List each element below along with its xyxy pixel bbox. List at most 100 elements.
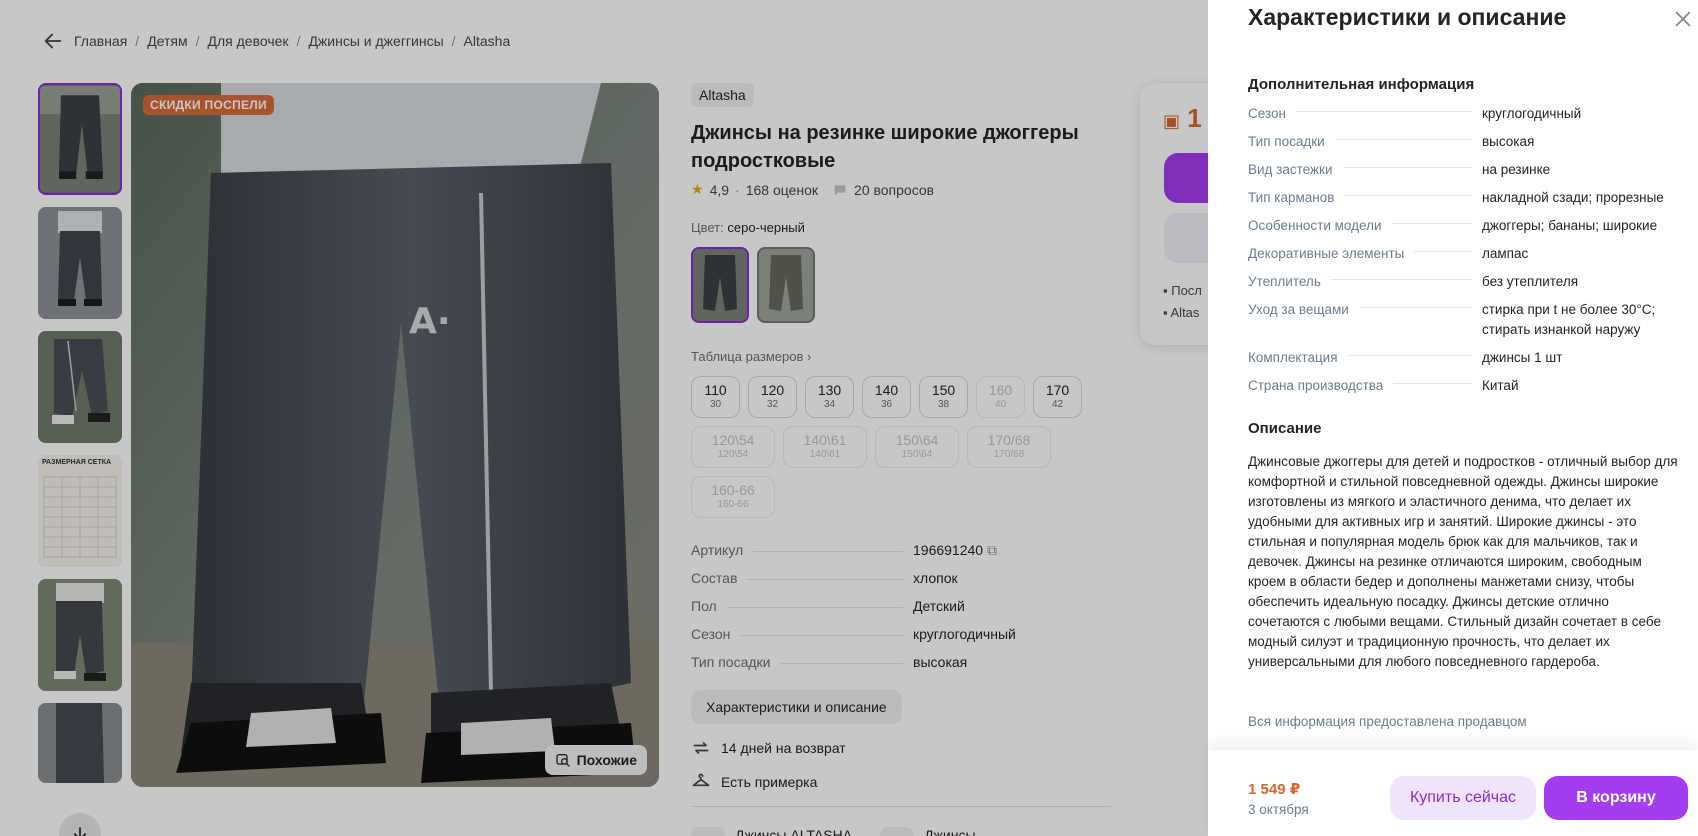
size-sub: 40 bbox=[994, 399, 1007, 410]
thumbnail[interactable] bbox=[38, 83, 122, 195]
tag-icon bbox=[691, 827, 725, 836]
attribute-value: лампас bbox=[1482, 246, 1529, 261]
questions-count[interactable]: 20 вопросов bbox=[854, 182, 934, 198]
size-main: 170 bbox=[1045, 382, 1070, 398]
close-icon[interactable] bbox=[1672, 8, 1694, 30]
copy-icon[interactable]: ⧉ bbox=[987, 542, 997, 558]
dotted-leader bbox=[1330, 279, 1472, 280]
spec-value-text: высокая bbox=[913, 654, 968, 670]
attribute-value: накладной сзади; прорезные bbox=[1482, 190, 1664, 205]
size-sub: 38 bbox=[937, 399, 950, 410]
size-main: 160 bbox=[988, 382, 1013, 398]
thumbnail-list: РАЗМЕРНАЯ СЕТКА bbox=[38, 83, 124, 836]
thumbnail[interactable] bbox=[38, 207, 122, 319]
rating-value[interactable]: 4,9 bbox=[710, 182, 729, 198]
main-product-photo[interactable]: A· СКИДКИ ПОСПЕЛИ Похожие bbox=[131, 83, 659, 787]
breadcrumb-item[interactable]: Джинсы и джеггинсы bbox=[308, 33, 443, 49]
panel-title: Характеристики и описание bbox=[1248, 4, 1567, 30]
breadcrumb-item[interactable]: Главная bbox=[74, 33, 127, 49]
breadcrumb-item[interactable]: Altasha bbox=[464, 33, 511, 49]
size-main: 150\64 bbox=[895, 432, 939, 448]
buy-card-price-value: 1 bbox=[1187, 103, 1202, 133]
color-swatch[interactable] bbox=[691, 247, 749, 323]
attribute-key: Тип посадки bbox=[1248, 134, 1325, 149]
dot-separator: · bbox=[735, 181, 740, 198]
size-chart-title: РАЗМЕРНАЯ СЕТКА bbox=[42, 459, 112, 466]
attribute-value: стирка при t не более 30°C; стирать изна… bbox=[1482, 302, 1656, 337]
size-option[interactable]: 120 32 bbox=[748, 376, 797, 418]
spec-key: Артикул bbox=[691, 542, 744, 558]
characteristics-button[interactable]: Характеристики и описание bbox=[691, 690, 902, 724]
spec-key: Сезон bbox=[691, 626, 731, 642]
seller-note: Вся информация предоставлена продавцом bbox=[1248, 714, 1527, 729]
related-card[interactable]: Джинсы ALTASHA bbox=[691, 827, 852, 836]
thumbnail[interactable] bbox=[38, 331, 122, 443]
back-arrow-icon[interactable] bbox=[42, 30, 64, 52]
attribute-value: на резинке bbox=[1482, 162, 1551, 177]
dotted-leader bbox=[1414, 251, 1472, 252]
star-icon: ★ bbox=[691, 181, 704, 197]
panel-scroll-area[interactable]: Характеристики и описание Дополнительная… bbox=[1208, 0, 1698, 750]
spec-row: Артикул 196691240 ⧉ bbox=[691, 542, 1111, 570]
size-option[interactable]: 170 42 bbox=[1033, 376, 1082, 418]
spec-key: Пол bbox=[691, 598, 717, 614]
size-sub: 150\64 bbox=[901, 449, 933, 460]
spec-key: Состав bbox=[691, 570, 738, 586]
breadcrumb-separator: / bbox=[195, 33, 200, 49]
size-option[interactable]: 140 36 bbox=[862, 376, 911, 418]
attribute-row: Комплектация джинсы 1 шт bbox=[1248, 348, 1678, 368]
dotted-leader bbox=[1358, 307, 1472, 308]
similar-label: Похожие bbox=[576, 752, 637, 768]
reviews-count[interactable]: 168 оценок bbox=[746, 182, 818, 198]
attribute-key: Уход за вещами bbox=[1248, 302, 1349, 317]
size-option: 140\61 140\61 bbox=[783, 426, 867, 468]
thumbnail[interactable] bbox=[38, 579, 122, 691]
attribute-value: джоггеры; бананы; широкие bbox=[1482, 218, 1658, 233]
attribute-value: джинсы 1 шт bbox=[1482, 350, 1563, 365]
related-card[interactable]: Джинсы bbox=[880, 827, 976, 836]
color-options bbox=[691, 247, 1111, 323]
size-main: 140\61 bbox=[803, 432, 847, 448]
buy-card-line: ▪ Altas bbox=[1163, 305, 1200, 320]
svg-text:A·: A· bbox=[409, 301, 451, 342]
buy-now-button[interactable]: Купить сейчас bbox=[1390, 776, 1536, 820]
wallet-icon: ▣ bbox=[1163, 111, 1181, 131]
spec-value: Детский bbox=[913, 598, 1111, 614]
question-icon bbox=[834, 184, 846, 195]
spec-list: Артикул 196691240 ⧉ Состав хлопок Пол Детский… bbox=[691, 542, 1111, 682]
scroll-down-button[interactable] bbox=[59, 813, 101, 836]
size-main: 160-66 bbox=[711, 482, 755, 498]
attribute-row: Особенности модели джоггеры; бананы; широ… bbox=[1248, 216, 1678, 236]
breadcrumb-separator: / bbox=[451, 33, 456, 49]
size-options: 110 30 120 32 130 34 140 36 150 38 160 40 170 42 120\5… bbox=[691, 376, 1111, 518]
breadcrumb-separator: / bbox=[135, 33, 140, 49]
dotted-leader bbox=[1391, 223, 1472, 224]
breadcrumb-item[interactable]: Детям bbox=[147, 33, 187, 49]
breadcrumb-item[interactable]: Для девочек bbox=[208, 33, 289, 49]
return-arrows-icon bbox=[693, 742, 709, 754]
related-card-label: Джинсы bbox=[924, 827, 976, 836]
dotted-leader bbox=[1334, 139, 1472, 140]
add-to-cart-button[interactable]: В корзину bbox=[1544, 776, 1688, 820]
spec-value-text: круглогодичный bbox=[913, 626, 1016, 642]
size-option[interactable]: 150 38 bbox=[919, 376, 968, 418]
similar-button[interactable]: Похожие bbox=[544, 745, 647, 775]
size-main: 110 bbox=[704, 382, 727, 398]
size-sub: 32 bbox=[766, 399, 779, 410]
related-card-label: Джинсы ALTASHA bbox=[735, 827, 853, 836]
size-option[interactable]: 110 30 bbox=[691, 376, 740, 418]
size-table-link[interactable]: Таблица размеров › bbox=[691, 349, 1111, 364]
size-chart-thumbnail[interactable]: РАЗМЕРНАЯ СЕТКА bbox=[38, 455, 122, 567]
brand-chip[interactable]: Altasha bbox=[691, 83, 754, 107]
size-option[interactable]: 130 34 bbox=[805, 376, 854, 418]
attribute-key: Комплектация bbox=[1248, 350, 1338, 365]
thumbnail[interactable] bbox=[38, 703, 122, 783]
buy-card-line1: Посл bbox=[1171, 283, 1202, 298]
attribute-row: Сезон круглогодичный bbox=[1248, 104, 1678, 124]
product-title: Джинсы на резинке широкие джоггеры подро… bbox=[691, 122, 1079, 172]
dotted-leader bbox=[747, 579, 903, 580]
color-swatch[interactable] bbox=[757, 247, 815, 323]
promo-badge: СКИДКИ ПОСПЕЛИ bbox=[143, 95, 274, 115]
spec-row: Сезон круглогодичный bbox=[691, 626, 1111, 654]
color-label: Цвет: серо-черный bbox=[691, 220, 1111, 235]
